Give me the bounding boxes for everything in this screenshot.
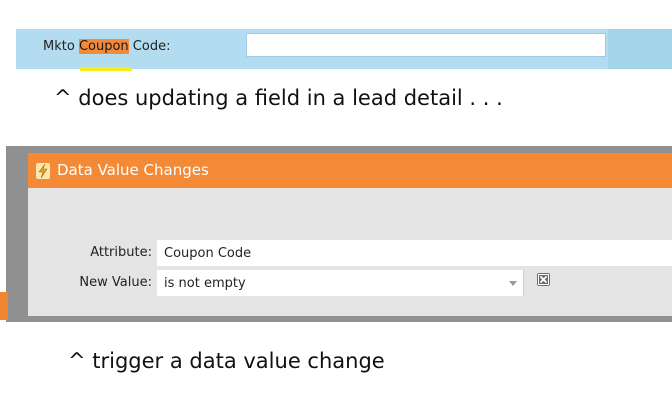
attribute-value: Coupon Code [164,246,252,261]
trigger-title: Data Value Changes [57,161,209,179]
coupon-code-input[interactable] [246,33,606,57]
label-suffix: Code: [128,39,171,54]
caption-data-value-change: ^ trigger a data value change [68,349,385,373]
attribute-label: Attribute: [90,245,152,260]
trigger-panel-body: Attribute: Coupon Code New Value: is not… [28,188,672,316]
new-value-select[interactable]: is not empty [157,270,524,296]
label-prefix: Mkto [43,39,79,54]
trigger-panel-header: Data Value Changes [28,153,672,188]
highlight-underline [80,67,132,71]
new-value-selected: is not empty [164,276,246,291]
caption-lead-detail: ^ does updating a field in a lead detail… [54,86,503,110]
coupon-code-field-label: Mkto Coupon Code: [43,39,170,54]
new-value-label: New Value: [79,275,152,290]
lead-detail-field-row: Mkto Coupon Code: [16,29,672,71]
field-row-end [608,29,672,69]
remove-x-icon[interactable] [537,273,550,286]
lightning-bolt-icon [36,163,50,179]
attribute-field[interactable]: Coupon Code [157,240,672,266]
chevron-down-icon[interactable] [509,281,517,286]
highlighted-word: Coupon [78,39,129,54]
left-edge-accent [0,292,8,320]
